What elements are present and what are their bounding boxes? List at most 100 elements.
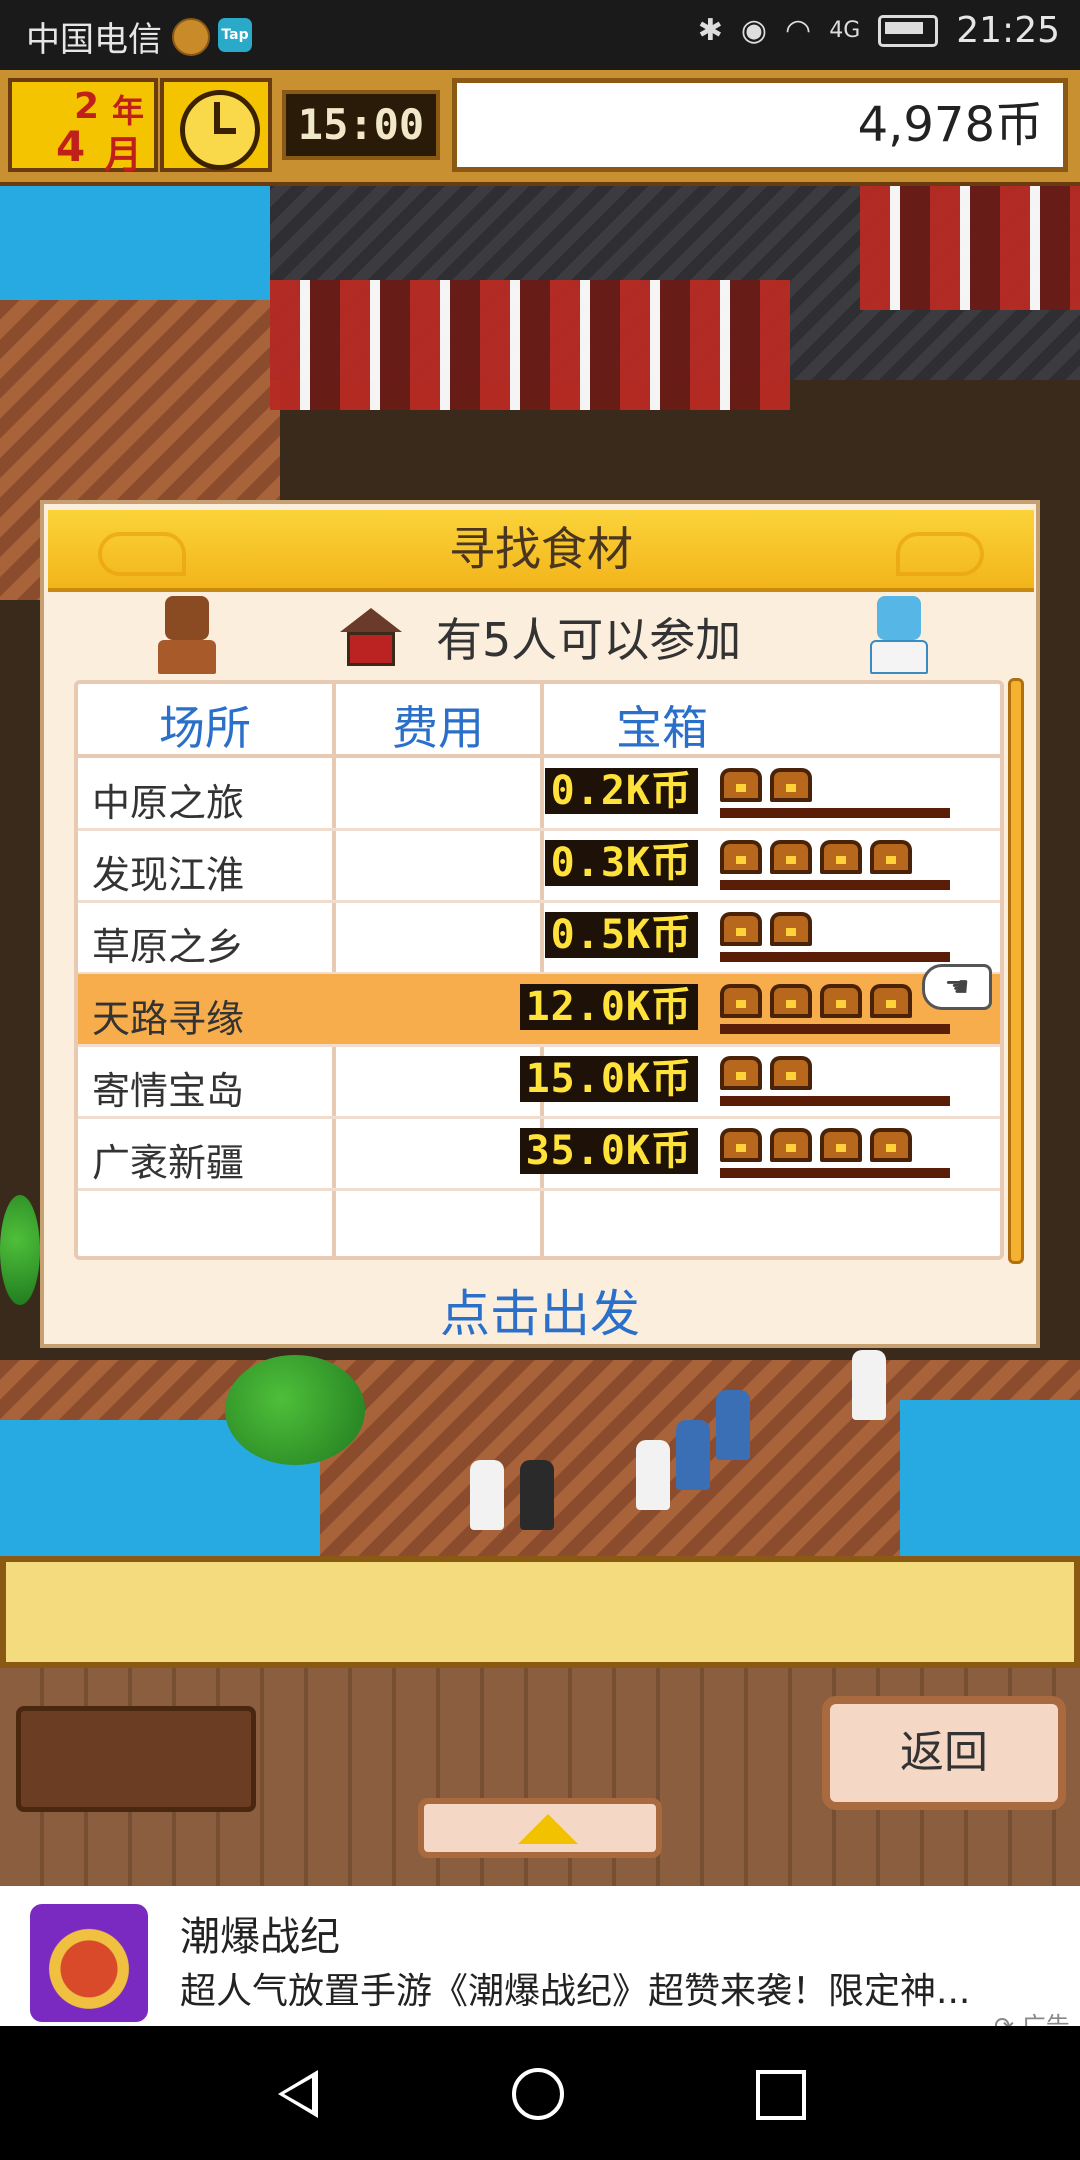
avatar-head [877,596,921,640]
taptap-app-icon: Tap [218,18,252,52]
customer-sprite [852,1350,886,1420]
destination-cost: 0.2K币 [544,768,698,814]
treasure-chest-icon [720,1128,762,1162]
find-ingredients-dialog: 寻找食材 有5人可以参加 场所 费用 宝箱 中原之旅 0.2K币发现江淮 0.3K币… [40,500,1040,1348]
nav-recents-icon[interactable] [756,2070,806,2120]
treasure-chest-icon [720,984,762,1018]
staff-avatar-right [870,596,928,674]
chest-shelf [720,952,950,962]
tree [225,1355,365,1465]
wifi-icon: ◠ [785,13,812,48]
treasure-chest-icon [870,840,912,874]
destination-row[interactable]: 广袤新疆 35.0K币 [78,1118,1000,1188]
month-label: 月 [104,133,143,177]
eye-comfort-icon: ◉ [740,13,768,48]
treasure-chests [720,766,950,818]
customer-sprite [716,1390,750,1460]
clock-icon[interactable] [160,78,272,172]
treasure-chest-icon [770,840,812,874]
destination-cost: 35.0K币 [519,1128,698,1174]
destination-cost: 12.0K币 [519,984,698,1030]
treasure-chest-icon [770,912,812,946]
treasure-chests [720,982,950,1034]
money-display[interactable]: 4,978币 [452,78,1068,172]
treasure-chests [720,1126,950,1178]
treasure-chests [720,1054,950,1106]
year-number: 2 [74,86,100,127]
destination-row[interactable]: 寄情宝岛 15.0K币 [78,1046,1000,1116]
destination-row[interactable]: 发现江淮 0.3K币 [78,830,1000,900]
hand-pointer-icon: ☚ [922,964,992,1010]
water-tile [900,1400,1080,1560]
treasure-chest-icon [820,840,862,874]
empty-slot [16,1706,256,1812]
swirl-ornament [98,532,186,576]
avatar-head [165,596,209,640]
inn-wall [347,632,395,666]
treasure-chest-icon [720,768,762,802]
clock: 21:25 [956,10,1060,51]
table-scrollbar[interactable] [1008,678,1024,1264]
navigation-bar [0,2026,1080,2160]
treasure-chest-icon [720,840,762,874]
top-hud: 2 年 4 月 15:00 4,978币 [0,70,1080,186]
calendar-date[interactable]: 2 年 4 月 [8,78,158,177]
customer-sprite [676,1420,710,1490]
destination-name: 寄情宝岛 [92,1069,245,1113]
dialog-title: 寻找食材 [48,510,1034,592]
column-header-chests: 宝箱 [616,701,708,755]
destination-row[interactable]: 草原之乡 0.5K币 [78,902,1000,972]
treasure-chest-icon [820,1128,862,1162]
treasure-chests [720,910,950,962]
treasure-chest-icon [770,984,812,1018]
nav-home-icon[interactable] [512,2068,564,2120]
destination-name: 中原之旅 [92,781,245,825]
treasure-chests [720,838,950,890]
battery-icon [878,14,939,47]
clock-minute-hand [214,128,236,134]
chest-shelf [720,880,950,890]
tree [0,1195,40,1305]
expand-menu-button[interactable] [418,1798,662,1858]
destination-row[interactable]: 天路寻缘 12.0K币 [78,974,1000,1044]
treasure-chest-icon [870,984,912,1018]
destination-name: 草原之乡 [92,925,245,969]
avatar-body [870,640,928,674]
destination-row[interactable]: 中原之旅 0.2K币 [78,758,1000,828]
inn-level-icon [340,608,402,668]
customer-sprite [520,1460,554,1530]
depart-button[interactable]: 点击出发 [44,1274,1036,1346]
chest-shelf [720,1024,950,1034]
destination-cost: 0.5K币 [544,912,698,958]
bottom-panel: 返回 [0,1668,1080,1886]
ad-title[interactable]: 潮爆战纪 [180,1904,340,1962]
row-divider [78,1188,1000,1191]
destination-name: 广袤新疆 [92,1141,245,1185]
column-header-cost: 费用 [392,701,484,755]
customer-sprite [470,1460,504,1530]
swirl-ornament [896,532,984,576]
treasure-chest-icon [770,768,812,802]
coin-app-icon [172,18,210,56]
column-header-place: 场所 [159,701,251,755]
game-time: 15:00 [282,90,440,160]
participants-text: 有5人可以参加 [436,613,742,667]
status-bar: 中国电信 Tap ✱ ◉ ◠ 4G 21:25 [0,0,1080,70]
signal-icon: 4G [829,18,861,43]
destination-name: 发现江淮 [92,853,245,897]
ad-description[interactable]: 超人气放置手游《潮爆战纪》超赞来袭！限定神... [180,1962,1000,2014]
destination-table: 场所 费用 宝箱 中原之旅 0.2K币发现江淮 0.3K币草原之乡 0.5K币天路寻缘… [74,680,1004,1260]
treasure-chest-icon [770,1056,812,1090]
treasure-chest-icon [870,1128,912,1162]
status-icons: ✱ ◉ ◠ 4G 21:25 [698,10,1060,51]
chest-shelf [720,808,950,818]
message-bar [0,1556,1080,1668]
building-wall [270,280,790,410]
ad-banner[interactable]: 潮爆战纪 超人气放置手游《潮爆战纪》超赞来袭！限定神... ⟳ 广告 [0,1886,1080,2040]
nav-back-inner [284,2078,312,2110]
chest-shelf [720,1096,950,1106]
customer-sprite [636,1440,670,1510]
treasure-chest-icon [720,1056,762,1090]
back-button[interactable]: 返回 [822,1696,1066,1810]
ad-app-icon[interactable] [30,1904,148,2022]
